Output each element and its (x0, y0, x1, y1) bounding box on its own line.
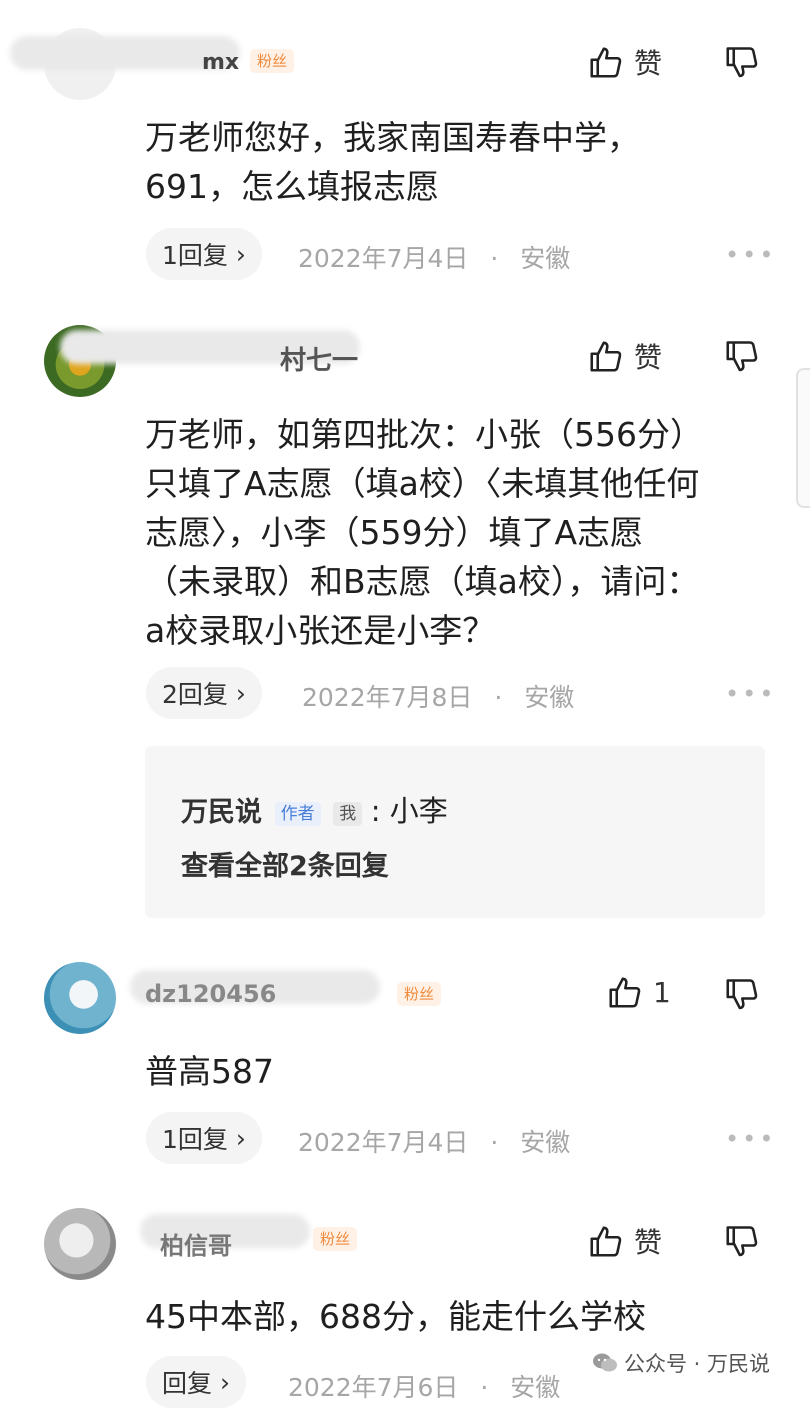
comment-line: 691，怎么填报志愿 (145, 167, 439, 206)
like-count: 1 (653, 975, 671, 1009)
comment-line: 志愿〉，小李（559分）填了A志愿 (145, 513, 644, 552)
comment-meta: 2022年7月8日 · 安徽 (302, 678, 574, 714)
like-label: 赞 (634, 341, 663, 374)
dislike-button[interactable] (724, 44, 760, 84)
chevron-right-icon: › (220, 1367, 231, 1397)
username-tail[interactable]: 柏信哥 (160, 1226, 232, 1261)
comment-date: 2022年7月4日 (298, 244, 469, 273)
avatar[interactable] (44, 1208, 116, 1280)
like-label: 赞 (634, 47, 663, 80)
comment-line: a校录取小张还是小李？ (145, 611, 496, 650)
replies-label: 1回复 (162, 241, 228, 270)
thumbs-down-icon (724, 338, 760, 374)
replies-button[interactable]: 1回复 › (146, 1112, 262, 1164)
comment-text: 万老师，如第四批次：小张（556分） 只填了A志愿（填a校）〈未填其他任何 志愿… (145, 410, 703, 655)
separator: · (490, 1128, 499, 1157)
scrollbar-handle[interactable] (796, 368, 810, 508)
wechat-watermark: 公众号 · 万民说 (592, 1348, 770, 1378)
replies-label: 2回复 (162, 680, 228, 709)
thumbs-down-icon (724, 976, 760, 1012)
comment-line: 只填了A志愿（填a校）〈未填其他任何 (145, 464, 700, 503)
me-tag: 我 (333, 801, 363, 826)
thumbs-up-icon (588, 44, 624, 80)
like-button[interactable]: 赞 (588, 336, 662, 376)
username-tail[interactable]: 村七一 (280, 340, 358, 377)
replies-button[interactable]: 2回复 › (146, 667, 262, 719)
chevron-right-icon: › (235, 239, 246, 269)
separator: · (480, 1373, 489, 1402)
thumbs-down-icon (724, 44, 760, 80)
thumbs-up-icon (588, 338, 624, 374)
comment-line: 万老师您好，我家南国寿春中学， (145, 118, 640, 157)
thumbs-up-icon (588, 1223, 624, 1259)
comment-location: 安徽 (524, 683, 575, 712)
comment-meta: 2022年7月6日 · 安徽 (288, 1368, 560, 1404)
sub-reply-box[interactable]: 万民说 作者 我 : 小李 查看全部2条回复 (145, 746, 765, 918)
replies-button[interactable]: 1回复 › (146, 228, 262, 280)
comment-date: 2022年7月8日 (302, 683, 473, 712)
comment-line: 万老师，如第四批次：小张（556分） (145, 415, 703, 454)
username-tail[interactable]: mx (202, 50, 239, 75)
thumbs-up-icon (607, 974, 643, 1010)
separator: · (494, 683, 503, 712)
like-button[interactable]: 赞 (588, 1221, 662, 1261)
more-options-icon[interactable]: ••• (725, 241, 776, 269)
fan-badge: 粉丝 (313, 1227, 358, 1251)
sub-reply-text: : 小李 (370, 794, 448, 828)
chevron-right-icon: › (235, 1123, 246, 1153)
dislike-button[interactable] (724, 976, 760, 1016)
sub-reply-line: 万民说 作者 我 : 小李 (181, 788, 448, 830)
comment-text: 普高587 (145, 1047, 274, 1096)
separator: · (490, 244, 499, 273)
replies-label: 1回复 (162, 1125, 228, 1154)
comment-line: （未录取）和B志愿（填a校），请问： (145, 562, 700, 601)
dislike-button[interactable] (724, 338, 760, 378)
dislike-button[interactable] (724, 1223, 760, 1263)
comment-text: 万老师您好，我家南国寿春中学， 691，怎么填报志愿 (145, 113, 640, 211)
more-options-icon[interactable]: ••• (725, 680, 776, 708)
fan-badge: 粉丝 (250, 49, 295, 73)
comment-line: 普高587 (145, 1052, 274, 1091)
like-button[interactable]: 赞 (588, 42, 662, 82)
fan-badge: 粉丝 (397, 982, 442, 1006)
comment-location: 安徽 (510, 1373, 561, 1402)
avatar[interactable] (44, 962, 116, 1034)
like-button[interactable]: 1 (607, 974, 671, 1010)
wechat-icon (593, 1353, 617, 1372)
like-label: 赞 (634, 1226, 663, 1259)
chevron-right-icon: › (235, 678, 246, 708)
thumbs-down-icon (724, 1223, 760, 1259)
comment-date: 2022年7月6日 (288, 1373, 459, 1402)
comment-location: 安徽 (520, 244, 571, 273)
watermark-text: 公众号 · 万民说 (624, 1352, 771, 1376)
comment-meta: 2022年7月4日 · 安徽 (298, 239, 570, 275)
author-tag: 作者 (274, 801, 321, 826)
more-options-icon[interactable]: ••• (725, 1125, 776, 1153)
replies-button[interactable]: 回复 › (146, 1356, 247, 1408)
view-all-replies-link[interactable]: 查看全部2条回复 (181, 844, 389, 883)
comment-line: 45中本部，688分，能走什么学校 (145, 1297, 646, 1336)
comment-date: 2022年7月4日 (298, 1128, 469, 1157)
sub-reply-author[interactable]: 万民说 (181, 797, 262, 828)
comment-location: 安徽 (520, 1128, 571, 1157)
username-tail[interactable]: dz120456 (145, 980, 276, 1008)
comment-text: 45中本部，688分，能走什么学校 (145, 1292, 646, 1341)
comment-meta: 2022年7月4日 · 安徽 (298, 1123, 570, 1159)
